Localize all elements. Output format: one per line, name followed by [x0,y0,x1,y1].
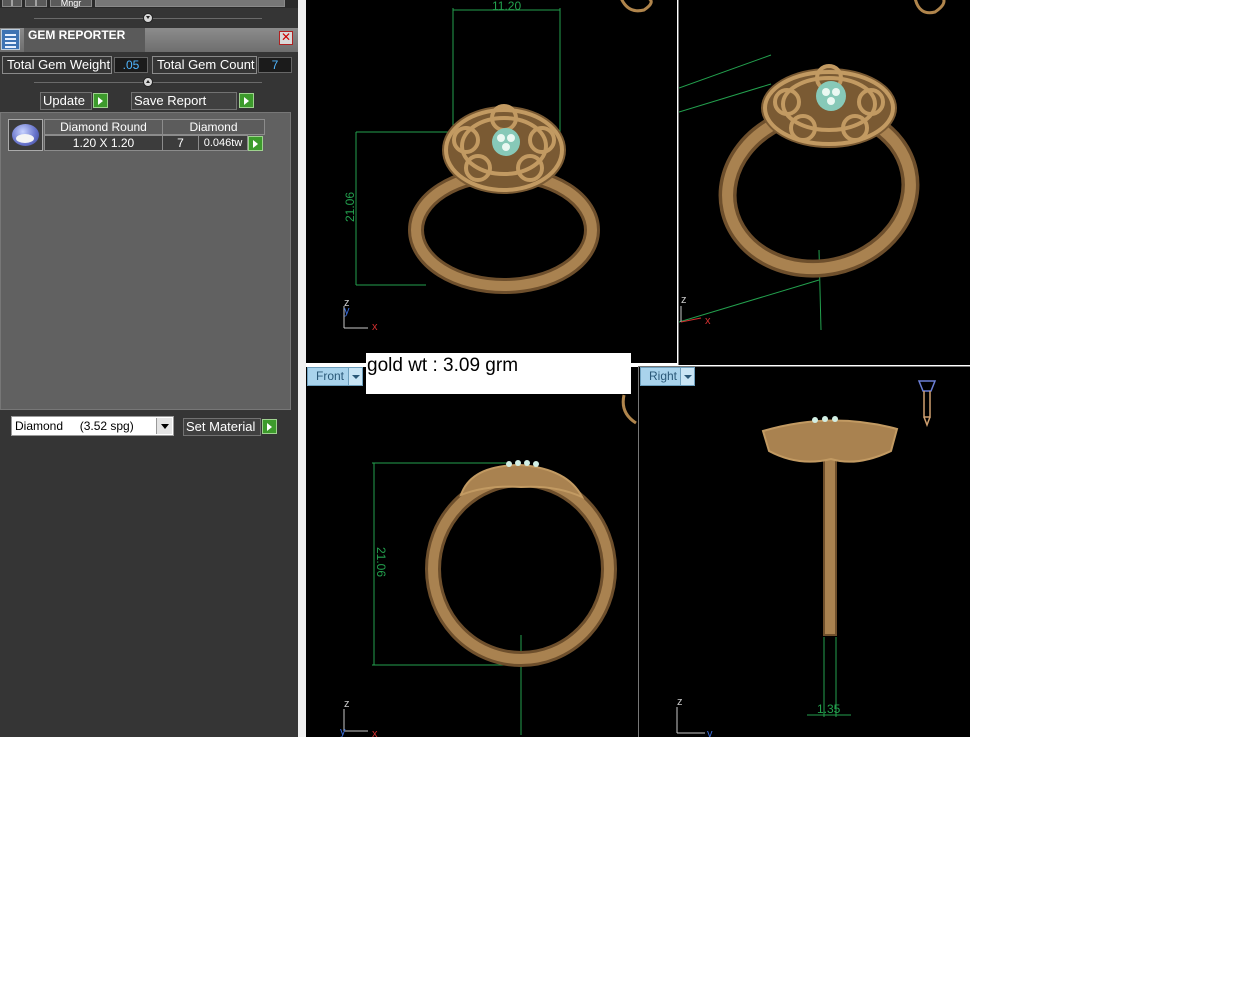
top-height-dimension-text: 21.06 [343,192,357,222]
collapse-toggle-top-icon[interactable] [143,13,153,23]
toolbar-button-2[interactable]: I [25,0,47,8]
axis-y-label: y [344,305,350,317]
total-gem-weight-value: .05 [114,57,148,73]
axis-x-label: x [705,315,711,327]
gem-reporter-panel: I I Mngr GEM REPORTER ✕ Total Gem Weight… [0,0,298,737]
update-label[interactable]: Update [40,92,92,110]
update-button[interactable] [93,93,108,108]
top-width-dimension-text: 11.20 [492,0,521,13]
mini-ring-gizmo-icon [621,394,637,425]
gem-row-go-button[interactable] [248,136,263,151]
total-gem-count-value: 7 [258,57,292,73]
collapse-toggle-mid-icon[interactable] [143,77,153,87]
mini-ring-gizmo-icon [914,0,946,15]
save-report-button[interactable] [239,93,254,108]
axis-z-label: z [344,698,350,710]
mini-ring-gizmo-icon [620,0,653,13]
total-gem-weight-label: Total Gem Weight [2,56,112,74]
gem-size-cell: 1.20 X 1.20 [44,135,163,151]
gem-material-header: Diamond [162,119,265,135]
axis-gizmo-front: z x y [340,698,378,737]
save-report-label[interactable]: Save Report [131,92,237,110]
total-gem-count-label: Total Gem Count [152,56,257,74]
ring-top-left-model [408,104,600,294]
gem-reporter-app-icon [1,29,20,50]
axis-gizmo-right: z y [676,696,713,737]
axis-x-label: x [372,728,378,737]
gem-cut-header: Diamond Round [44,119,163,135]
axis-x-label: x [372,321,378,333]
toolbar-button-1[interactable]: I [2,0,22,8]
ring-front-model [425,460,617,667]
viewport-top-left[interactable]: 11.20 21.06 z x y [306,0,677,363]
panel-divider[interactable] [298,0,306,737]
set-material-label[interactable]: Set Material [183,418,261,436]
axis-gizmo-top-right: z x [680,294,711,327]
close-icon[interactable]: ✕ [279,31,293,45]
right-thickness-dimension-text: 1.35 [817,702,841,716]
pencil-gizmo-icon [917,380,937,428]
gem-list-area [0,112,291,410]
viewport-front[interactable]: 21.06 z x y [306,367,638,737]
viewport-right-label: Right [649,369,678,383]
viewport-front-label: Front [316,369,345,383]
material-select[interactable]: Diamond (3.52 spg) [11,416,174,436]
gold-weight-note: gold wt : 3.09 grm [366,353,631,394]
material-select-value: Diamond (3.52 spg) [15,419,134,433]
gem-count-cell: 7 [162,135,199,151]
axis-z-label: z [677,696,683,708]
gem-weight-cell: 0.046tw [198,135,248,151]
chevron-down-icon[interactable] [680,368,694,385]
ring-right-model [761,416,899,636]
set-material-button[interactable] [262,419,277,434]
axis-y-label: y [707,728,713,737]
toolbar-slider[interactable] [95,0,285,7]
panel-title: GEM REPORTER [28,28,126,42]
axis-gizmo-top-left: z x y [343,297,378,333]
viewport-right[interactable]: 1.35 z y [638,366,970,737]
viewport-top-right[interactable]: z x [678,0,970,365]
axis-z-label: z [681,294,687,306]
front-height-dimension-text: 21.06 [374,547,388,577]
axis-y-label: y [340,726,346,737]
viewport-right-tab[interactable]: Right [640,367,695,386]
chevron-down-icon[interactable] [348,368,362,385]
viewport-front-tab[interactable]: Front [307,367,363,386]
chevron-down-icon[interactable] [156,418,172,434]
toolbar-manager-button[interactable]: Mngr [50,0,92,8]
diamond-gem-icon[interactable] [8,119,43,151]
